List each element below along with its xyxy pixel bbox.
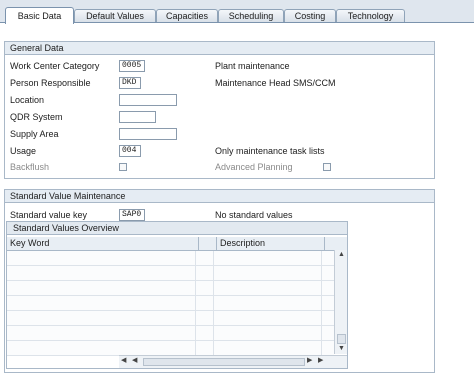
tab-basic-data[interactable]: Basic Data (5, 7, 74, 24)
table-row[interactable] (7, 326, 334, 341)
work-center-category-label: Work Center Category (10, 61, 100, 71)
advanced-planning-label: Advanced Planning (215, 162, 293, 172)
tab-default-values[interactable]: Default Values (74, 9, 156, 23)
table-cell[interactable] (217, 326, 322, 340)
scroll-right-icon[interactable]: ▶ (318, 356, 323, 366)
table-cell[interactable] (7, 311, 196, 325)
column-header-description[interactable]: Description (217, 237, 325, 250)
supply-area-field[interactable] (119, 128, 177, 140)
table-cell[interactable] (7, 296, 196, 310)
table-cell[interactable] (7, 341, 196, 355)
standard-values-table-title: Standard Values Overview (7, 222, 347, 235)
table-cell[interactable] (199, 326, 214, 340)
horizontal-scroll-thumb[interactable] (143, 358, 305, 366)
tab-technology[interactable]: Technology (336, 9, 405, 23)
tab-scheduling[interactable]: Scheduling (218, 9, 284, 23)
person-responsible-field[interactable]: DKD (119, 77, 141, 89)
column-header-blank[interactable] (199, 237, 217, 250)
horizontal-scrollbar[interactable]: ◀ ◀ ▶ ▶ (119, 355, 347, 368)
vertical-scrollbar[interactable]: ▲ ▼ (334, 250, 347, 354)
table-body (7, 251, 334, 356)
table-cell[interactable] (199, 266, 214, 280)
qdr-system-field[interactable] (119, 111, 156, 123)
work-center-category-description: Plant maintenance (215, 61, 290, 71)
table-cell[interactable] (199, 281, 214, 295)
table-cell[interactable] (7, 281, 196, 295)
advanced-planning-checkbox[interactable] (323, 163, 331, 171)
table-row[interactable] (7, 311, 334, 326)
tab-costing[interactable]: Costing (284, 9, 336, 23)
standard-value-key-description: No standard values (215, 210, 293, 220)
table-cell[interactable] (7, 266, 196, 280)
standard-values-table: Standard Values Overview Key Word Descri… (6, 221, 348, 369)
table-cell[interactable] (199, 311, 214, 325)
scroll-left-icon[interactable]: ◀ (121, 356, 126, 366)
table-row[interactable] (7, 296, 334, 311)
table-row[interactable] (7, 341, 334, 356)
table-row[interactable] (7, 281, 334, 296)
supply-area-label: Supply Area (10, 129, 59, 139)
usage-label: Usage (10, 146, 37, 156)
scroll-left-step-icon[interactable]: ◀ (132, 356, 137, 366)
table-cell[interactable] (217, 281, 322, 295)
general-data-title: General Data (5, 42, 434, 55)
table-header: Key Word Description (7, 237, 347, 263)
usage-description: Only maintenance task lists (215, 146, 325, 156)
standard-value-title: Standard Value Maintenance (5, 190, 434, 203)
backflush-checkbox[interactable] (119, 163, 127, 171)
table-cell[interactable] (199, 341, 214, 355)
table-cell[interactable] (217, 251, 322, 265)
table-row[interactable] (7, 266, 334, 281)
work-center-category-field[interactable]: 0005 (119, 60, 145, 72)
table-cell[interactable] (217, 311, 322, 325)
scroll-up-icon[interactable]: ▲ (338, 250, 345, 260)
column-header-key-word[interactable]: Key Word (7, 237, 199, 250)
location-field[interactable] (119, 94, 177, 106)
standard-value-key-field[interactable]: SAP0 (119, 209, 145, 221)
table-cell[interactable] (199, 251, 214, 265)
location-label: Location (10, 95, 45, 105)
table-cell[interactable] (7, 326, 196, 340)
backflush-label: Backflush (10, 162, 50, 172)
table-cell[interactable] (199, 296, 214, 310)
table-cell[interactable] (7, 251, 196, 265)
scroll-right-step-icon[interactable]: ▶ (307, 356, 312, 366)
qdr-system-label: QDR System (10, 112, 63, 122)
tab-content: General Data Work Center Category 0005 P… (0, 22, 474, 374)
usage-field[interactable]: 004 (119, 145, 141, 157)
person-responsible-description: Maintenance Head SMS/CCM (215, 78, 336, 88)
tab-capacities[interactable]: Capacities (156, 9, 218, 23)
table-row[interactable] (7, 251, 334, 266)
standard-value-key-label: Standard value key (10, 210, 88, 220)
tab-strip: Basic Data Default Values Capacities Sch… (0, 0, 474, 24)
person-responsible-label: Person Responsible (10, 78, 91, 88)
table-cell[interactable] (217, 296, 322, 310)
scroll-down-icon[interactable]: ▼ (338, 344, 345, 354)
vertical-scroll-thumb[interactable] (337, 334, 346, 344)
table-cell[interactable] (217, 341, 322, 355)
general-data-group: General Data Work Center Category 0005 P… (4, 41, 435, 179)
table-cell[interactable] (217, 266, 322, 280)
